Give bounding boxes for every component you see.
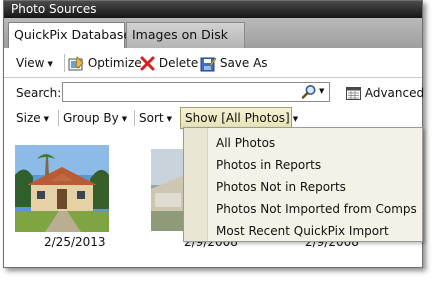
advanced-icon bbox=[346, 87, 361, 100]
menu-item-photos-not-in-reports[interactable]: Photos Not in Reports bbox=[208, 176, 422, 198]
filter-divider bbox=[134, 110, 135, 126]
delete-label: Delete bbox=[158, 56, 199, 70]
group-by-button[interactable]: Group By ▼ bbox=[63, 107, 127, 129]
optimize-button[interactable]: Optimize bbox=[68, 48, 142, 78]
save-as-label: Save As bbox=[219, 56, 268, 70]
show-filter-menu: All Photos Photos in Reports Photos Not … bbox=[183, 127, 423, 242]
chevron-down-icon: ▼ bbox=[43, 114, 50, 123]
sort-label: Sort bbox=[139, 111, 164, 125]
chevron-down-icon: ▼ bbox=[292, 114, 299, 123]
chevron-down-icon: ▼ bbox=[166, 114, 172, 123]
search-dropdown-icon[interactable]: ▼ bbox=[319, 87, 324, 95]
size-button[interactable]: Size ▼ bbox=[16, 107, 49, 129]
search-label: Search: bbox=[16, 86, 62, 100]
search-box: ▼ bbox=[62, 82, 330, 102]
tab-images-on-disk[interactable]: Images on Disk bbox=[126, 22, 245, 48]
photo-thumbnail-house[interactable] bbox=[151, 149, 185, 231]
view-label: View bbox=[16, 56, 45, 70]
toolbar: View ▼ Optimize Delete Save As bbox=[4, 48, 422, 78]
delete-x-icon bbox=[140, 56, 155, 71]
show-filter-label: Show [All Photos] bbox=[185, 111, 290, 125]
panel-title: Photo Sources bbox=[4, 1, 422, 18]
filter-divider bbox=[58, 110, 59, 126]
chevron-down-icon: ▼ bbox=[121, 114, 128, 123]
search-input[interactable] bbox=[65, 84, 295, 100]
toolbar-divider bbox=[64, 54, 65, 72]
menu-item-most-recent-import[interactable]: Most Recent QuickPix Import bbox=[208, 220, 422, 242]
photo-sources-panel: Photo Sources QuickPix Database Images o… bbox=[3, 0, 424, 268]
optimize-label: Optimize bbox=[87, 56, 142, 70]
search-row: Search: ▼ Advanced bbox=[4, 79, 424, 107]
tab-quickpix-database[interactable]: QuickPix Database bbox=[8, 22, 131, 48]
menu-item-all-photos[interactable]: All Photos bbox=[208, 132, 422, 154]
group-by-label: Group By bbox=[63, 111, 119, 125]
delete-button[interactable]: Delete bbox=[140, 48, 198, 78]
menu-icon-gutter bbox=[184, 128, 208, 241]
save-as-button[interactable]: Save As bbox=[200, 48, 268, 78]
size-label: Size bbox=[16, 111, 41, 125]
save-as-icon bbox=[200, 57, 217, 71]
tab-strip: QuickPix Database Images on Disk bbox=[4, 18, 422, 48]
sort-button[interactable]: Sort ▼ bbox=[139, 107, 172, 129]
menu-item-photos-not-imported[interactable]: Photos Not Imported from Comps bbox=[208, 198, 422, 220]
view-button[interactable]: View ▼ bbox=[16, 48, 53, 78]
advanced-label: Advanced bbox=[364, 86, 425, 100]
photo-thumbnail-house[interactable] bbox=[15, 145, 109, 232]
show-filter-button[interactable]: Show [All Photos] ▼ bbox=[180, 107, 298, 129]
search-icon[interactable] bbox=[301, 84, 317, 100]
menu-item-photos-in-reports[interactable]: Photos in Reports bbox=[208, 154, 422, 176]
filter-row: Size ▼ Group By ▼ Sort ▼ Show [All Photos] ▼ bbox=[4, 107, 422, 129]
chevron-down-icon: ▼ bbox=[47, 59, 53, 68]
optimize-icon bbox=[68, 55, 84, 70]
photo-date: 2/25/2013 bbox=[44, 235, 106, 249]
advanced-search-button[interactable]: Advanced bbox=[346, 79, 424, 107]
